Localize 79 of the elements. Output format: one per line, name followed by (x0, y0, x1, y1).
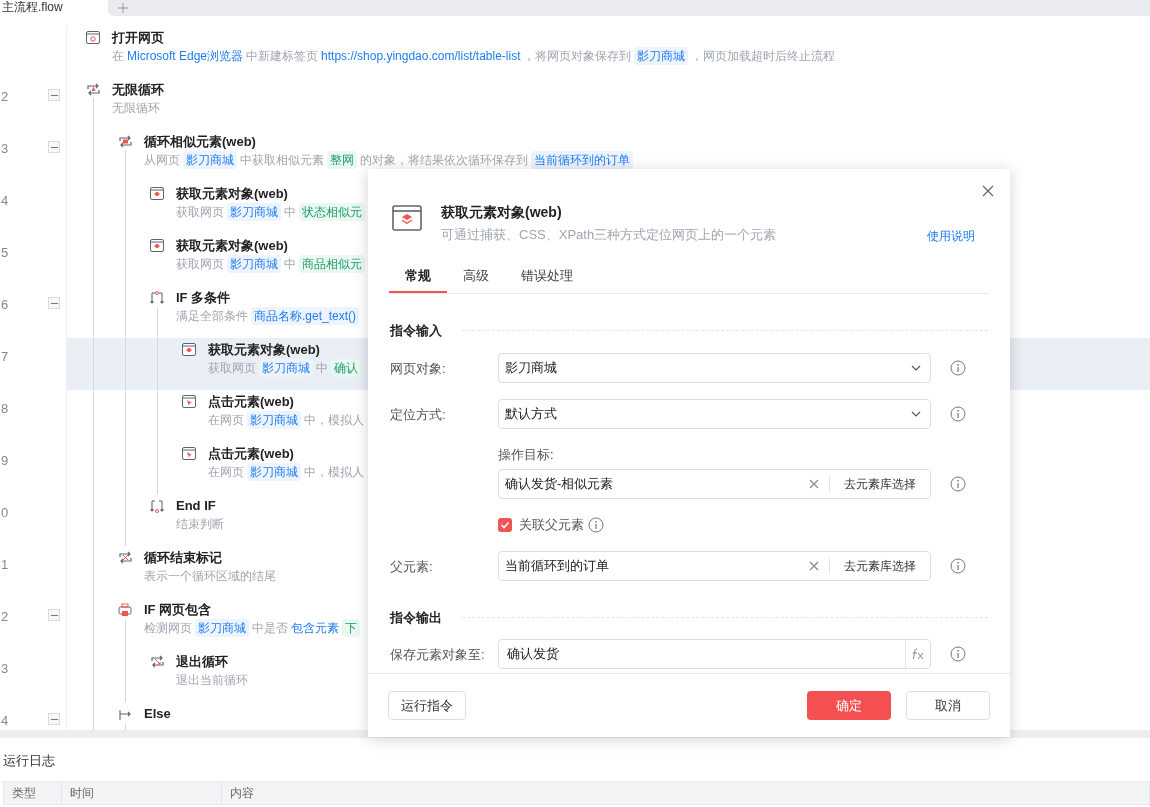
variable-tag: 影刀商城 (634, 47, 689, 65)
line-number: 0 (1, 505, 9, 520)
element-tag: 商品相似元 (299, 255, 365, 273)
line-number: 8 (1, 401, 9, 416)
step-title: 点击元素(web) (208, 445, 295, 463)
line-number: 7 (1, 349, 9, 364)
line-number: 2 (1, 609, 9, 624)
field-label: 保存元素对象至: (390, 647, 485, 662)
description-text: 退出当前循环 (176, 672, 248, 689)
description-text: 获取网页 (176, 256, 224, 273)
step-title: 获取元素对象(web) (208, 341, 321, 359)
line-number: 5 (1, 245, 9, 260)
description-text: 在网页 (208, 464, 244, 481)
description-text: 中是否 (252, 620, 288, 637)
description-text: 获取网页 (208, 360, 256, 377)
line-number: 6 (1, 297, 9, 312)
description-text: 满足全部条件 (176, 308, 248, 325)
line-number: 1 (1, 557, 9, 572)
description-text: 中 (316, 360, 328, 377)
variable-tag: 影刀商城 (227, 255, 281, 273)
field-label: 操作目标: (498, 445, 554, 464)
line-number: 3 (1, 141, 9, 156)
variable-tag: 影刀商城 (183, 151, 237, 169)
step-title: 无限循环 (112, 81, 164, 99)
line-number: 9 (1, 453, 9, 468)
description-text: 从网页 (144, 152, 180, 169)
dialog-title: 获取元素对象(web) (441, 203, 563, 222)
variable-tag: 影刀商城 (195, 619, 249, 637)
description-text: 中新建标签页 (246, 48, 319, 65)
description-text: 在 (112, 48, 124, 65)
element-tag: 整网 (327, 151, 357, 169)
step-title: IF 多条件 (176, 289, 232, 307)
line-number: 3 (1, 661, 9, 676)
description-text: 获取网页 (176, 204, 224, 221)
field-label: 父元素: (390, 558, 433, 574)
variable-tag: 影刀商城 (247, 411, 301, 429)
section-title: 指令输入 (390, 322, 442, 340)
step-title: 循环相似元素(web) (144, 133, 257, 151)
field-label: 定位方式: (390, 406, 446, 422)
step-title: 打开网页 (112, 29, 165, 47)
line-number: 2 (1, 89, 9, 104)
line-number: 4 (1, 193, 9, 208)
description-text: 中，模拟人 (304, 464, 364, 481)
description-text: 的对象，将结果依次循环保存到 (360, 152, 528, 169)
description-text: 中 (284, 204, 296, 221)
variable-tag: 影刀商城 (227, 203, 281, 221)
variable-tag: 影刀商城 (247, 463, 301, 481)
step-title: 循环结束标记 (144, 549, 223, 567)
description-text: 检测网页 (144, 620, 192, 637)
description-text: 中获取相似元素 (240, 152, 324, 169)
section-title: 指令输出 (390, 608, 442, 627)
variable-tag: 商品名称.get_text() (251, 307, 360, 325)
description-text: 中，模拟人 (304, 412, 364, 429)
description-text: ，网页加载超时后终止流程 (691, 48, 836, 65)
variable-tag: 当前循环到的订单 (531, 151, 633, 169)
variable-tag: 影刀商城 (259, 359, 313, 377)
step-title: IF 网页包含 (144, 601, 213, 619)
field-label: 网页对象: (390, 360, 446, 376)
description-text: 在网页 (208, 412, 244, 429)
column-header: 内容 (229, 784, 255, 802)
element-tag: 下 (342, 619, 360, 637)
column-header: 时间 (62, 781, 222, 804)
line-number: 4 (1, 713, 9, 728)
step-title: 获取元素对象(web) (176, 237, 289, 255)
description-text: 结束判断 (176, 516, 224, 533)
description-text: 无限循环 (112, 100, 160, 117)
column-header: 类型 (4, 781, 62, 804)
element-tag: 确认 (331, 359, 361, 377)
step-title: 点击元素(web) (208, 393, 295, 411)
description-text: ，将网页对象保存到 (523, 48, 632, 65)
step-title: End IF (176, 497, 217, 515)
step-title: Else (144, 705, 171, 723)
panel-title: 运行日志 (3, 752, 56, 770)
checkbox-label: 关联父元素 (519, 516, 584, 534)
step-title: 获取元素对象(web) (176, 185, 289, 203)
description-text: 中 (284, 256, 296, 273)
element-tag: 状态相似元 (299, 203, 365, 221)
step-title: 退出循环 (176, 653, 229, 671)
description-text: 表示一个循环区域的结尾 (144, 568, 276, 585)
